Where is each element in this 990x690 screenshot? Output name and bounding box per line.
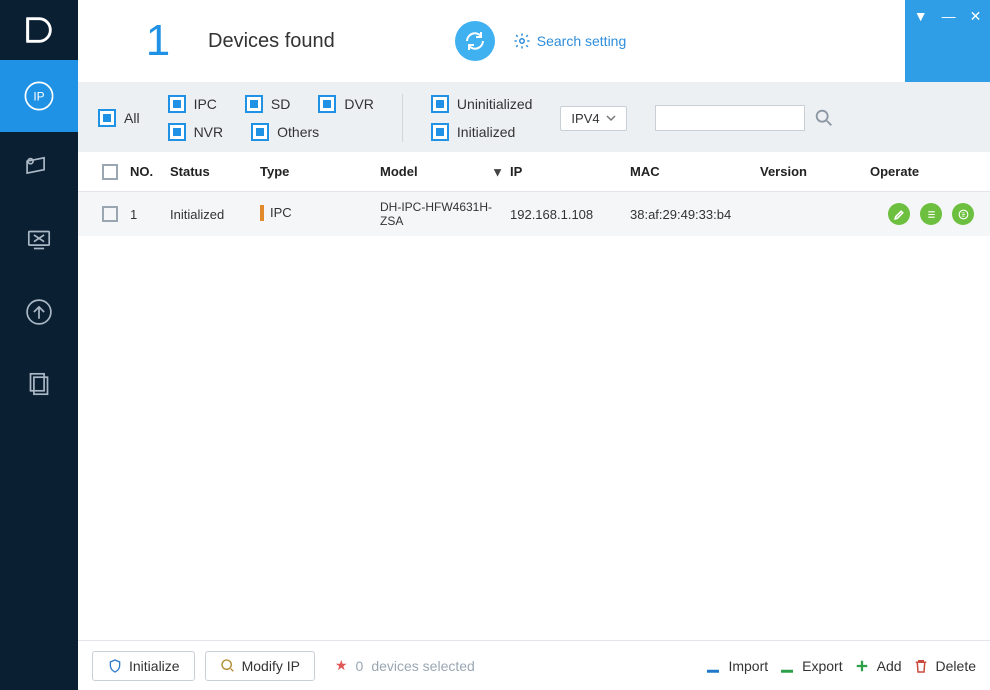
nav-upgrade[interactable] <box>0 276 78 348</box>
list-icon <box>925 208 938 221</box>
gear-icon <box>513 32 531 50</box>
search-setting-label: Search setting <box>537 33 627 49</box>
svg-text:IP: IP <box>33 89 44 103</box>
nav-device-settings[interactable] <box>0 132 78 204</box>
add-button[interactable]: Add <box>853 657 902 675</box>
export-button[interactable]: Export <box>778 657 842 675</box>
select-all-checkbox[interactable] <box>102 164 118 180</box>
refresh-icon <box>463 29 487 53</box>
col-model[interactable]: Model ▼ <box>380 164 510 179</box>
row-ip: 192.168.1.108 <box>510 207 630 222</box>
nav-tools[interactable] <box>0 204 78 276</box>
col-type[interactable]: Type <box>260 164 380 179</box>
pencil-icon <box>893 208 906 221</box>
search-setting-link[interactable]: Search setting <box>513 32 627 50</box>
filter-others[interactable]: Others <box>251 123 319 141</box>
chevron-down-icon <box>606 113 616 123</box>
filter-initialized[interactable]: Initialized <box>431 123 532 141</box>
add-label: Add <box>877 658 902 674</box>
ip-version-select[interactable]: IPV4 <box>560 106 626 131</box>
row-mac: 38:af:29:49:33:b4 <box>630 207 760 222</box>
initialize-button[interactable]: Initialize <box>92 651 195 681</box>
window-minimize-icon[interactable]: — <box>942 8 956 24</box>
window-controls: ▼ — ✕ <box>905 0 990 82</box>
type-color-bar <box>260 205 264 221</box>
nav-ip-config[interactable]: IP <box>0 60 78 132</box>
globe-e-icon <box>957 208 970 221</box>
col-operate: Operate <box>870 164 978 179</box>
col-status[interactable]: Status <box>170 164 260 179</box>
header-bar: 1 Devices found Search setting <box>78 0 990 82</box>
filter-others-label: Others <box>277 124 319 140</box>
filter-ipc[interactable]: IPC <box>168 95 217 113</box>
col-model-label: Model <box>380 164 418 179</box>
table-header: NO. Status Type Model ▼ IP MAC Version Op… <box>78 152 990 192</box>
required-star-icon: ★ <box>335 657 348 674</box>
search-input[interactable] <box>655 105 805 131</box>
filter-ipc-label: IPC <box>194 96 217 112</box>
plus-icon <box>853 657 871 675</box>
filter-dvr[interactable]: DVR <box>318 95 374 113</box>
filter-bar: All IPC SD DVR NVR Others Uninitialized … <box>78 82 990 152</box>
filter-sd-label: SD <box>271 96 290 112</box>
export-icon <box>778 657 796 675</box>
table-row[interactable]: 1 Initialized IPC DH-IPC-HFW4631H-ZSA 19… <box>78 192 990 236</box>
table-body: 1 Initialized IPC DH-IPC-HFW4631H-ZSA 19… <box>78 192 990 640</box>
footer-bar: Initialize Modify IP ★ 0 devices selecte… <box>78 640 990 690</box>
window-close-icon[interactable]: ✕ <box>970 8 982 25</box>
col-mac[interactable]: MAC <box>630 164 760 179</box>
left-sidebar: IP <box>0 0 78 690</box>
filter-nvr-label: NVR <box>194 124 224 140</box>
col-ip[interactable]: IP <box>510 164 630 179</box>
initialize-label: Initialize <box>129 658 180 674</box>
filter-dvr-label: DVR <box>344 96 374 112</box>
refresh-button[interactable] <box>455 21 495 61</box>
sort-caret-icon: ▼ <box>491 164 504 179</box>
shield-icon <box>107 658 123 674</box>
selection-info: ★ 0 devices selected <box>335 657 475 674</box>
nav-documents[interactable] <box>0 348 78 420</box>
main-panel: ▼ — ✕ 1 Devices found Search setting All… <box>78 0 990 690</box>
search-box <box>655 105 835 131</box>
filter-separator <box>402 94 403 142</box>
row-type: IPC <box>260 205 292 221</box>
row-model: DH-IPC-HFW4631H-ZSA <box>380 200 510 229</box>
filter-uninitialized[interactable]: Uninitialized <box>431 95 532 113</box>
col-version[interactable]: Version <box>760 164 870 179</box>
row-no: 1 <box>130 207 170 222</box>
filter-uninitialized-label: Uninitialized <box>457 96 532 112</box>
import-button[interactable]: Import <box>704 657 768 675</box>
ip-pencil-icon <box>220 658 236 674</box>
ip-version-value: IPV4 <box>571 111 599 126</box>
import-icon <box>704 657 722 675</box>
filter-all[interactable]: All <box>98 109 140 127</box>
modify-ip-button[interactable]: Modify IP <box>205 651 315 681</box>
row-type-label: IPC <box>270 205 292 220</box>
import-label: Import <box>728 658 768 674</box>
web-button[interactable] <box>952 203 974 225</box>
row-checkbox[interactable] <box>102 206 118 222</box>
row-operate <box>870 203 978 225</box>
devices-count: 1 <box>118 16 198 66</box>
window-collapse-icon[interactable]: ▼ <box>914 8 928 24</box>
filter-all-label: All <box>124 110 140 126</box>
col-no[interactable]: NO. <box>130 164 170 179</box>
trash-icon <box>912 657 930 675</box>
selected-count: 0 <box>356 658 364 674</box>
selected-label: devices selected <box>371 658 475 674</box>
filter-nvr[interactable]: NVR <box>168 123 224 141</box>
devices-found-label: Devices found <box>208 30 335 53</box>
row-status: Initialized <box>170 207 260 222</box>
filter-initialized-label: Initialized <box>457 124 515 140</box>
delete-button[interactable]: Delete <box>912 657 976 675</box>
modify-ip-label: Modify IP <box>242 658 300 674</box>
details-button[interactable] <box>920 203 942 225</box>
filter-sd[interactable]: SD <box>245 95 290 113</box>
export-label: Export <box>802 658 842 674</box>
edit-button[interactable] <box>888 203 910 225</box>
search-icon[interactable] <box>813 107 835 129</box>
delete-label: Delete <box>936 658 976 674</box>
app-logo <box>0 0 78 60</box>
